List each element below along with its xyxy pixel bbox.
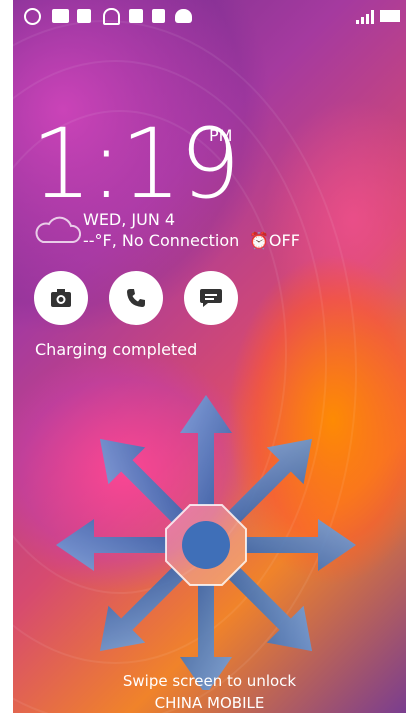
clock-ampm: PM: [209, 126, 233, 145]
sd-card-icon: [152, 9, 165, 23]
phone-icon: [127, 289, 145, 307]
android-icon: [175, 9, 192, 23]
date-label: WED, JUN 4: [83, 210, 176, 229]
alarm-icon: ⏰: [249, 231, 269, 250]
battery-icon: [380, 10, 400, 22]
unlock-handle[interactable]: [182, 521, 230, 569]
radio-status-icon: [77, 9, 91, 23]
status-bar: [13, 0, 406, 34]
alarm-label: OFF: [268, 231, 300, 250]
cloud-icon: [35, 216, 81, 243]
phone-shortcut-button[interactable]: [109, 271, 163, 325]
signal-icon: [356, 10, 374, 24]
arrow-up: [180, 395, 232, 505]
image-status-icon: [52, 9, 69, 23]
unlock-hint: Swipe screen to unlock: [122, 672, 297, 690]
camera-icon: [51, 289, 71, 307]
message-icon: [200, 289, 222, 307]
alarm-status: ⏰OFF: [249, 231, 300, 250]
clock-time: 1:19: [31, 108, 241, 220]
message-shortcut-button[interactable]: [184, 271, 238, 325]
arrow-left: [56, 519, 166, 571]
clock-status-icon: [24, 8, 41, 25]
lock-screen: 1:19 PM WED, JUN 4 --°F, No Connection ⏰…: [13, 0, 406, 713]
camera-shortcut-button[interactable]: [34, 271, 88, 325]
weather-condition: --°F, No Connection: [83, 231, 240, 250]
sim-status-icon: [129, 9, 143, 23]
carrier-label: CHINA MOBILE: [154, 694, 265, 712]
unlock-arrows[interactable]: [47, 390, 365, 690]
charging-status: Charging completed: [35, 340, 198, 359]
arrow-right: [246, 519, 356, 571]
headphones-icon: [103, 8, 120, 25]
